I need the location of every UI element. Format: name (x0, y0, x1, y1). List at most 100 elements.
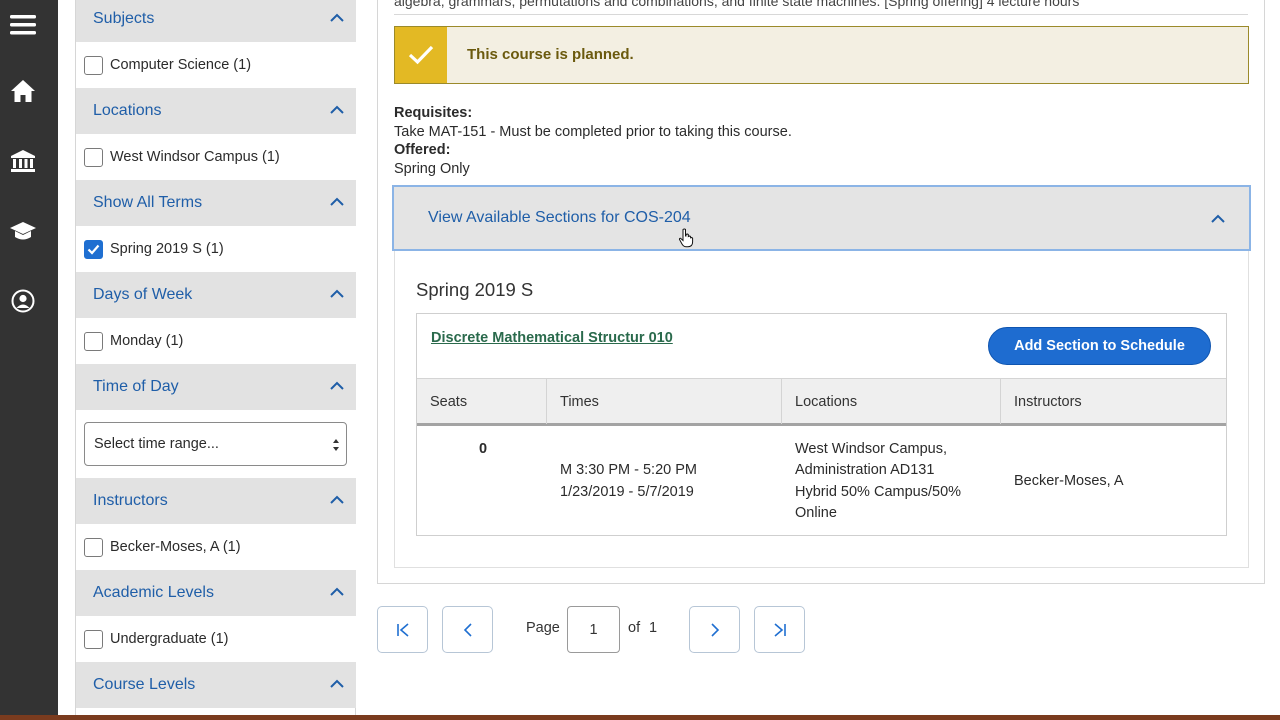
filter-header-time[interactable]: Time of Day (76, 364, 356, 410)
filter-header-label: Course Levels (93, 676, 196, 693)
filter-panel: Subjects Computer Science (1) Locations … (75, 0, 356, 720)
checkbox[interactable] (84, 55, 103, 75)
time-range-select[interactable]: Select time range... (84, 422, 347, 466)
select-value: Select time range... (94, 436, 219, 452)
previous-page-button[interactable] (442, 606, 493, 653)
filter-header-label: Instructors (93, 492, 168, 509)
filter-option-label: Undergraduate (1) (110, 631, 229, 647)
filter-header-subjects[interactable]: Subjects (76, 0, 356, 42)
home-icon[interactable] (8, 76, 38, 106)
user-icon[interactable] (8, 286, 38, 316)
filter-option-spring-2019[interactable]: Spring 2019 S (1) (76, 226, 356, 272)
page-input[interactable]: 1 (567, 606, 620, 653)
alert-icon-box (395, 27, 447, 83)
institution-icon[interactable] (8, 146, 38, 176)
filter-header-instructors[interactable]: Instructors (76, 478, 356, 524)
graduation-cap-icon[interactable] (8, 216, 38, 246)
filter-header-course-levels[interactable]: Course Levels (76, 662, 356, 708)
bottom-bar (0, 715, 1280, 720)
instructor-value: Becker-Moses, A (1014, 473, 1124, 489)
checkmark-icon (408, 45, 434, 65)
chevron-right-icon (710, 622, 719, 637)
location-line: Online (795, 505, 837, 521)
filter-header-label: Academic Levels (93, 584, 214, 601)
requisites-label: Requisites: (394, 105, 473, 121)
requisites-text: Take MAT-151 - Must be completed prior t… (394, 124, 792, 140)
course-description: algebra, grammars, permutations and comb… (394, 0, 1248, 13)
chevron-up-icon (330, 197, 344, 206)
filter-header-days[interactable]: Days of Week (76, 272, 356, 318)
filter-option-monday[interactable]: Monday (1) (76, 318, 356, 364)
nav-rail (0, 0, 58, 720)
column-locations: Locations (782, 379, 1001, 424)
table-header: Seats Times Locations Instructors (417, 378, 1226, 426)
checkbox[interactable] (84, 537, 103, 557)
of-label: of (628, 620, 641, 636)
view-sections-toggle[interactable]: View Available Sections for COS-204 (392, 185, 1251, 251)
filter-option-computer-science[interactable]: Computer Science (1) (76, 42, 356, 88)
filter-option-label: Monday (1) (110, 333, 184, 349)
filter-header-label: Show All Terms (93, 194, 203, 211)
filter-header-label: Time of Day (93, 378, 179, 395)
chevron-up-icon (330, 13, 344, 22)
chevron-up-icon (330, 679, 344, 688)
filter-option-label: West Windsor Campus (1) (110, 149, 280, 165)
checkbox[interactable] (84, 147, 103, 167)
chevron-up-icon (330, 381, 344, 390)
filter-header-label: Locations (93, 102, 162, 119)
alert-message: This course is planned. (467, 46, 634, 63)
sections-panel: Spring 2019 S Discrete Mathematical Stru… (394, 251, 1249, 568)
offered-label: Offered: (394, 142, 451, 158)
section-card: Discrete Mathematical Structur 010 Add S… (416, 313, 1227, 536)
filter-header-locations[interactable]: Locations (76, 88, 356, 134)
column-times: Times (547, 379, 782, 424)
term-heading: Spring 2019 S (416, 279, 534, 300)
chevron-up-icon (330, 587, 344, 596)
checkbox[interactable] (84, 331, 103, 351)
meeting-time: M 3:30 PM - 5:20 PM (560, 462, 697, 478)
page-label: Page (526, 620, 560, 636)
chevron-left-icon (463, 622, 472, 637)
divider (394, 14, 1248, 15)
filter-option-becker-moses[interactable]: Becker-Moses, A (1) (76, 524, 356, 570)
location-line: Hybrid 50% Campus/50% (795, 484, 962, 500)
planned-alert: This course is planned. (394, 26, 1249, 84)
course-description-text: algebra, grammars, permutations and comb… (394, 0, 1080, 9)
filter-header-label: Days of Week (93, 286, 193, 303)
time-range-container: Select time range... (76, 410, 356, 478)
filter-header-academic-levels[interactable]: Academic Levels (76, 570, 356, 616)
last-page-icon (773, 622, 786, 637)
checkbox-checked[interactable] (84, 239, 103, 259)
filter-option-label: Computer Science (1) (110, 57, 252, 73)
filter-option-label: Becker-Moses, A (1) (110, 539, 241, 555)
hand-cursor-icon (678, 228, 694, 248)
total-pages: 1 (649, 620, 658, 636)
filter-option-label: Spring 2019 S (1) (110, 241, 224, 257)
location-line: Administration AD131 (795, 462, 935, 478)
next-page-button[interactable] (689, 606, 740, 653)
select-arrows-icon (333, 439, 339, 451)
checkbox[interactable] (84, 629, 103, 649)
add-section-button[interactable]: Add Section to Schedule (988, 327, 1211, 365)
filter-header-terms[interactable]: Show All Terms (76, 180, 356, 226)
last-page-button[interactable] (754, 606, 805, 653)
meeting-dates: 1/23/2019 - 5/7/2019 (560, 484, 694, 500)
filter-option-west-windsor[interactable]: West Windsor Campus (1) (76, 134, 356, 180)
filter-option-undergraduate[interactable]: Undergraduate (1) (76, 616, 356, 662)
menu-icon[interactable] (8, 10, 38, 40)
chevron-up-icon (1211, 214, 1225, 223)
view-sections-title: View Available Sections for COS-204 (428, 209, 691, 226)
offered-text: Spring Only (394, 161, 470, 177)
check-icon (87, 244, 100, 255)
chevron-up-icon (330, 289, 344, 298)
first-page-icon (396, 622, 409, 637)
first-page-button[interactable] (377, 606, 428, 653)
chevron-up-icon (330, 495, 344, 504)
section-link[interactable]: Discrete Mathematical Structur 010 (431, 330, 673, 346)
chevron-up-icon (330, 105, 344, 114)
seats-value: 0 (479, 441, 488, 457)
location-line: West Windsor Campus, (795, 441, 948, 457)
main-content: algebra, grammars, permutations and comb… (356, 0, 1280, 720)
column-seats: Seats (417, 379, 547, 424)
column-instructors: Instructors (1014, 393, 1082, 410)
